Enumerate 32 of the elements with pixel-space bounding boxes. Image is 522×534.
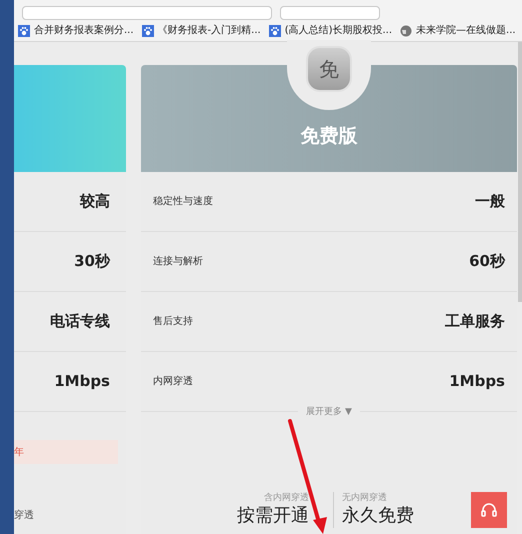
feature-value: 30秒 xyxy=(74,251,110,272)
feature-label: 连接与解析 xyxy=(153,254,203,269)
price-text: 按需开通 xyxy=(237,505,309,528)
free-badge: 免 xyxy=(306,46,352,92)
feature-value: 一般 xyxy=(475,191,505,212)
feature-value: 电话专线 xyxy=(50,311,110,332)
feature-value: 1Mbps xyxy=(449,371,505,392)
feature-value: 60秒 xyxy=(469,251,505,272)
paw-icon xyxy=(142,24,154,36)
bookmark-link[interactable]: 合并财务报表案例分... xyxy=(18,23,134,38)
option-caption: 含内网穿透 xyxy=(264,492,309,504)
paw-icon xyxy=(268,24,281,36)
feature-label: 内网穿透 xyxy=(153,374,193,389)
feature-value: 1Mbps xyxy=(54,371,110,392)
feature-label: 售后支持 xyxy=(153,314,193,329)
headset-icon xyxy=(480,501,498,519)
plan-title: 免费版 xyxy=(300,124,358,148)
support-button[interactable] xyxy=(471,492,507,528)
price-text: 永久免费 xyxy=(342,505,414,528)
search-field[interactable] xyxy=(280,6,380,20)
feature-label: 稳定性与速度 xyxy=(153,194,213,209)
scrollbar[interactable] xyxy=(518,42,522,302)
bookmark-link[interactable]: 未来学院—在线做题... xyxy=(400,23,516,38)
bookmark-link[interactable]: 《财务报表-入门到精... xyxy=(142,23,261,38)
option-caption: 无内网穿透 xyxy=(342,492,387,504)
paw-icon xyxy=(18,24,30,36)
feature-label: 穿透 xyxy=(14,508,35,523)
bookmark-link[interactable]: (高人总结)长期股权投... xyxy=(268,23,392,38)
feature-value: 工单服务 xyxy=(445,311,505,332)
period-label: 年 xyxy=(14,446,24,460)
feature-value: 较高 xyxy=(80,191,110,212)
address-field[interactable] xyxy=(22,6,272,20)
